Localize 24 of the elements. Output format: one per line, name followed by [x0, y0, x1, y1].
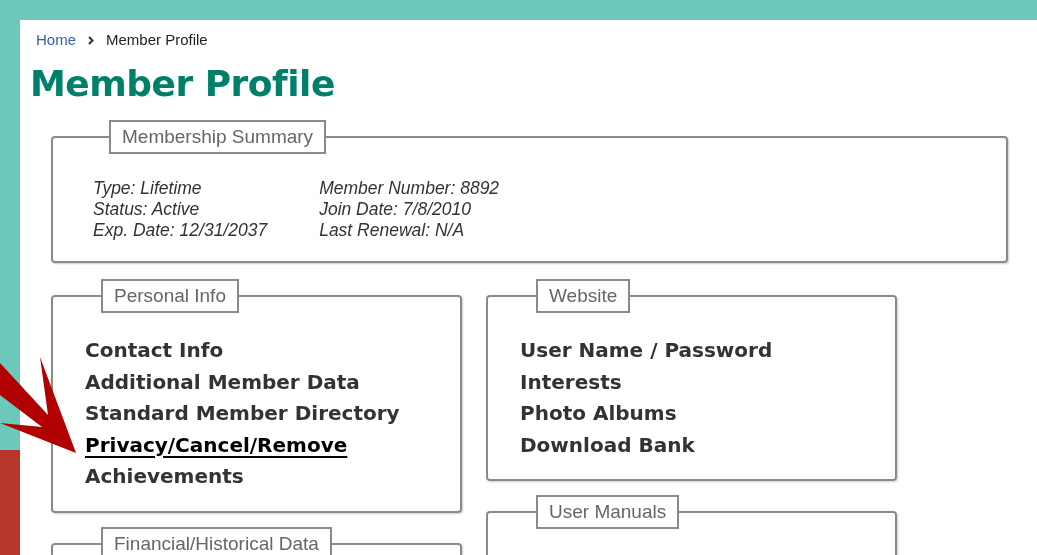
breadcrumb-current: Member Profile — [106, 29, 208, 50]
section-link[interactable]: Download Bank — [520, 429, 695, 461]
section-label: Website — [536, 279, 631, 313]
section-link[interactable]: User Name / Password — [520, 335, 773, 367]
section-link[interactable]: Contact Info — [85, 335, 224, 367]
summary-field: Type: Lifetime — [93, 178, 202, 199]
section-label: Personal Info — [101, 279, 239, 313]
section-link[interactable]: Achievements — [85, 461, 244, 493]
section-link[interactable]: Additional Member Data — [85, 366, 360, 398]
summary-field: Join Date: 7/8/2010 — [319, 199, 471, 220]
section-label: User Manuals — [536, 495, 680, 529]
section-label: Financial/Historical Data — [101, 526, 332, 555]
summary-field: Member Number: 8892 — [319, 178, 500, 199]
section-link[interactable]: Interests — [520, 366, 622, 398]
page-title: Member Profile — [30, 62, 336, 106]
section-link[interactable]: Standard Member Directory — [85, 398, 400, 430]
section-link[interactable]: Photo Albums — [520, 398, 677, 430]
chevron-icon — [88, 35, 94, 45]
breadcrumb-link[interactable]: Home — [36, 28, 76, 52]
section-label: Membership Summary — [109, 120, 327, 154]
summary-field: Status: Active — [93, 199, 200, 220]
summary-field: Exp. Date: 12/31/2037 — [93, 220, 268, 241]
summary-field: Last Renewal: N/A — [319, 220, 465, 241]
section-link[interactable]: Privacy/Cancel/Remove — [85, 429, 348, 461]
